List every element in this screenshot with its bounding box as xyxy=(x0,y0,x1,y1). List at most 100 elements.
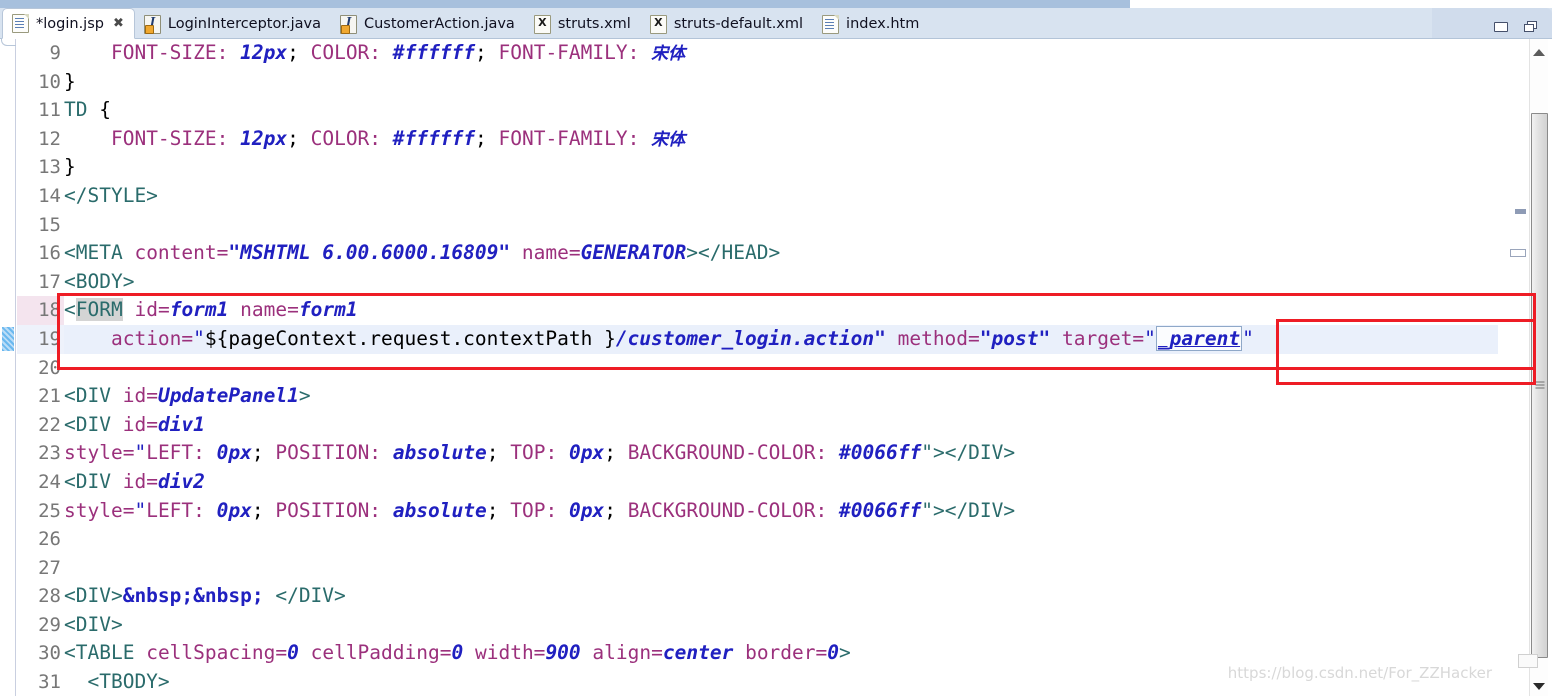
css-property: FONT-SIZE: xyxy=(110,126,229,150)
code-line-11[interactable]: TD { xyxy=(64,96,1498,125)
scrollbar-thumb[interactable] xyxy=(1531,113,1548,658)
css-property: TOP: xyxy=(510,498,558,522)
line-number: 29 xyxy=(17,611,77,640)
code-line-25[interactable]: style="LEFT: 0px; POSITION: absolute; TO… xyxy=(64,497,1498,526)
tab-index-htm[interactable]: index.htm xyxy=(813,9,929,39)
code-editor[interactable]: 9 10 11 12 13 14 15 16 17 18 19 20 21 22… xyxy=(0,39,1552,696)
marker-row xyxy=(0,68,15,97)
css-value: #0066ff xyxy=(839,498,922,522)
window-title-strip xyxy=(0,0,1130,8)
html-tag-form: FORM xyxy=(75,298,123,322)
line-number: 16 xyxy=(38,242,61,265)
punctuation: ; xyxy=(474,126,487,150)
line-number: 20 xyxy=(38,356,61,379)
code-line-9[interactable]: FONT-SIZE: 12px; COLOR: #ffffff; FONT-FA… xyxy=(64,39,1498,68)
css-property: COLOR: xyxy=(310,41,382,64)
html-attribute-value: div1 xyxy=(157,412,205,436)
quote: " xyxy=(193,326,205,350)
line-number: 13 xyxy=(38,156,61,179)
punctuation: ; xyxy=(604,498,616,522)
code-line-24[interactable]: <DIV id=div2 xyxy=(64,468,1498,497)
code-line-10[interactable]: } xyxy=(64,68,1498,97)
tab-label: LoginInterceptor.java xyxy=(167,16,321,32)
code-line-13[interactable]: } xyxy=(64,153,1498,182)
html-attribute: cellSpacing= xyxy=(146,641,288,665)
overview-ruler-mark[interactable] xyxy=(1510,249,1526,257)
current-line-marker xyxy=(0,325,15,354)
code-text-area[interactable]: FONT-SIZE: 12px; COLOR: #ffffff; FONT-FA… xyxy=(64,39,1498,696)
vertical-scrollbar[interactable] xyxy=(1529,39,1548,696)
punctuation: ; xyxy=(486,498,499,522)
html-tag: ></HEAD> xyxy=(686,241,781,265)
tab-list: *login.jsp ✖ LoginInterceptor.java Custo… xyxy=(2,8,929,39)
punctuation: ; xyxy=(251,498,264,522)
code-line-19[interactable]: action="${pageContext.request.contextPat… xyxy=(64,324,1498,354)
code-line-26[interactable] xyxy=(64,525,1498,554)
html-attribute: id= xyxy=(122,412,158,436)
code-line-18[interactable]: <FORM id=form1 name=form1 xyxy=(64,296,1498,325)
code-line-12[interactable]: FONT-SIZE: 12px; COLOR: #ffffff; FONT-FA… xyxy=(64,125,1498,154)
window-title-strip-right xyxy=(1130,0,1552,8)
line-number: 10 xyxy=(38,70,61,93)
css-value: 0px xyxy=(216,441,252,465)
brace: } xyxy=(64,155,76,179)
line-number: 17 xyxy=(17,268,77,297)
scroll-up-icon[interactable] xyxy=(1533,49,1545,56)
minimize-icon[interactable] xyxy=(1494,22,1508,32)
eclipse-editor-window: *login.jsp ✖ LoginInterceptor.java Custo… xyxy=(0,0,1552,696)
quote: " xyxy=(134,441,147,465)
css-value: absolute xyxy=(392,441,487,465)
annotation-marker-column[interactable] xyxy=(0,39,16,696)
html-attribute-value: form1 xyxy=(169,298,229,322)
target-attribute-value[interactable]: _parent xyxy=(1155,325,1243,351)
scroll-down-icon[interactable] xyxy=(1533,683,1545,690)
code-line-15[interactable] xyxy=(64,211,1498,240)
tab-customeraction-java[interactable]: CustomerAction.java xyxy=(331,9,525,39)
html-attribute-value: center xyxy=(662,641,734,665)
html-file-icon xyxy=(822,14,840,34)
html-tag: <DIV> xyxy=(64,584,123,608)
tab-struts-xml[interactable]: struts.xml xyxy=(525,9,641,39)
code-line-28[interactable]: <DIV>&nbsp;&nbsp; </DIV> xyxy=(64,582,1498,611)
html-tag: </STYLE> xyxy=(64,183,158,207)
code-line-27[interactable] xyxy=(64,554,1498,583)
tab-login-jsp[interactable]: *login.jsp ✖ xyxy=(2,8,135,39)
punctuation: ; xyxy=(486,441,499,465)
tab-label: struts.xml xyxy=(557,16,631,32)
html-attribute-value: 0 xyxy=(451,641,464,665)
tab-logininterceptor-java[interactable]: LoginInterceptor.java xyxy=(135,9,331,39)
html-tag: <DIV xyxy=(64,469,111,493)
html-entity: &nbsp;&nbsp; xyxy=(122,584,264,608)
marker-row xyxy=(0,39,15,68)
code-line-20[interactable] xyxy=(64,354,1498,383)
css-value-cjk: 宋体 xyxy=(651,44,686,64)
code-line-14[interactable]: </STYLE> xyxy=(64,182,1498,211)
tag-close: "></DIV> xyxy=(921,441,1016,465)
html-attribute: width= xyxy=(474,641,546,665)
code-line-23[interactable]: style="LEFT: 0px; POSITION: absolute; TO… xyxy=(64,439,1498,468)
line-number: 15 xyxy=(38,213,61,236)
maximize-restore-icon[interactable] xyxy=(1524,21,1538,33)
code-line-17[interactable]: <BODY> xyxy=(64,268,1498,297)
code-line-16[interactable]: <META content="MSHTML 6.00.6000.16809" n… xyxy=(64,239,1498,268)
code-line-29[interactable]: <DIV> xyxy=(64,611,1498,640)
css-value: 0px xyxy=(568,441,605,465)
overview-ruler-mark[interactable] xyxy=(1515,209,1526,214)
html-attribute-value: 0 xyxy=(287,641,299,665)
line-number: 9 xyxy=(49,42,61,64)
tab-struts-default-xml[interactable]: struts-default.xml xyxy=(641,9,813,39)
scrollbar-grip-icon xyxy=(1535,381,1544,390)
line-number: 18 xyxy=(17,296,77,325)
line-number: 31 xyxy=(17,668,77,696)
code-line-22[interactable]: <DIV id=div1 xyxy=(64,411,1498,440)
punctuation: ; xyxy=(251,441,264,465)
code-line-21[interactable]: <DIV id=UpdatePanel1> xyxy=(64,382,1498,411)
css-selector: TD xyxy=(64,98,88,122)
css-value: #ffffff xyxy=(392,126,475,150)
html-attribute: border= xyxy=(745,641,828,665)
html-attribute-value: GENERATOR xyxy=(580,241,687,265)
watermark-badge xyxy=(1518,654,1538,668)
tag-bracket: < xyxy=(64,298,76,322)
close-icon[interactable]: ✖ xyxy=(113,16,124,31)
css-property: FONT-SIZE: xyxy=(110,41,229,64)
